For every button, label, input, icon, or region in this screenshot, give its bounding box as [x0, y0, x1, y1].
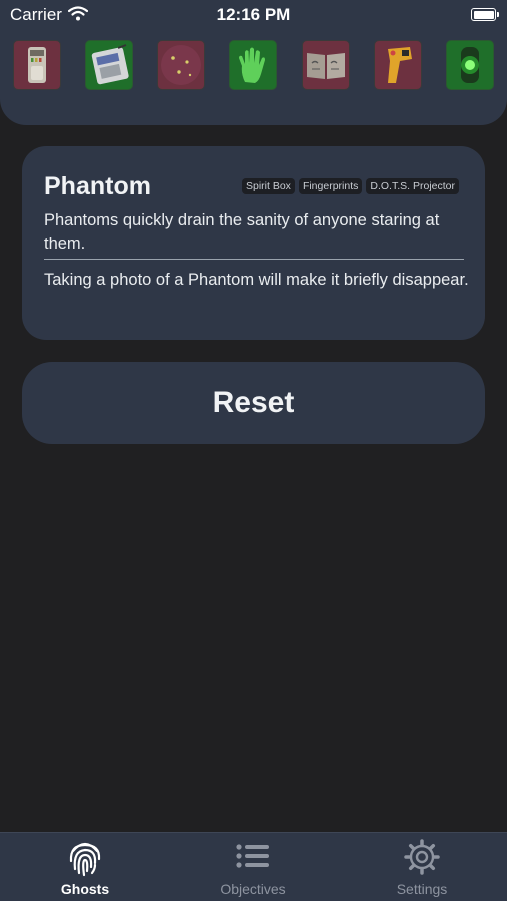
divider: [44, 259, 464, 260]
tab-label: Objectives: [220, 881, 286, 897]
evidence-tags: Spirit Box Fingerprints D.O.T.S. Project…: [242, 178, 459, 194]
thermometer-icon: [388, 47, 412, 83]
ghost-writing-toggle[interactable]: [302, 40, 350, 90]
tab-label: Settings: [396, 881, 448, 897]
evidence-selector: [13, 40, 497, 92]
spirit-box-icon: [91, 44, 129, 85]
handprint-icon: [239, 47, 265, 83]
tab-settings[interactable]: Settings: [352, 833, 492, 901]
list-icon: [235, 839, 271, 878]
tab-ghosts[interactable]: Ghosts: [15, 833, 155, 901]
freezing-temperatures-toggle[interactable]: [374, 40, 422, 90]
dots-projector-icon: [461, 47, 479, 83]
fingerprints-toggle[interactable]: [229, 40, 277, 90]
book-icon: [307, 53, 345, 79]
status-bar: Carrier 12:16 PM: [0, 0, 507, 30]
ghost-card[interactable]: Phantom Spirit Box Fingerprints D.O.T.S.…: [22, 146, 485, 340]
reset-button[interactable]: Reset: [22, 362, 485, 444]
ghost-name: Phantom: [44, 172, 151, 200]
tab-label: Ghosts: [60, 881, 110, 897]
evidence-tag: Spirit Box: [242, 178, 295, 194]
ghost-orbs-toggle[interactable]: [157, 40, 205, 90]
battery-icon: [471, 8, 499, 21]
spirit-box-toggle[interactable]: [85, 40, 133, 90]
gear-icon: [404, 839, 440, 880]
ghost-tip: Taking a photo of a Phantom will make it…: [44, 271, 469, 289]
evidence-panel: Carrier 12:16 PM: [0, 0, 507, 125]
emf-reader-icon: [28, 47, 46, 83]
ghost-description: Phantoms quickly drain the sanity of any…: [44, 211, 440, 253]
ghost-orbs-icon: [161, 45, 201, 85]
clock: 12:16 PM: [216, 5, 291, 24]
evidence-tag: Fingerprints: [298, 178, 363, 194]
tab-objectives[interactable]: Objectives: [183, 833, 323, 901]
tab-bar: Ghosts Objectives Settings: [0, 832, 507, 901]
dots-projector-toggle[interactable]: [446, 40, 494, 90]
evidence-tag: D.O.T.S. Projector: [366, 178, 459, 194]
fingerprint-icon: [68, 839, 102, 882]
emf-reader-toggle[interactable]: [13, 40, 61, 90]
